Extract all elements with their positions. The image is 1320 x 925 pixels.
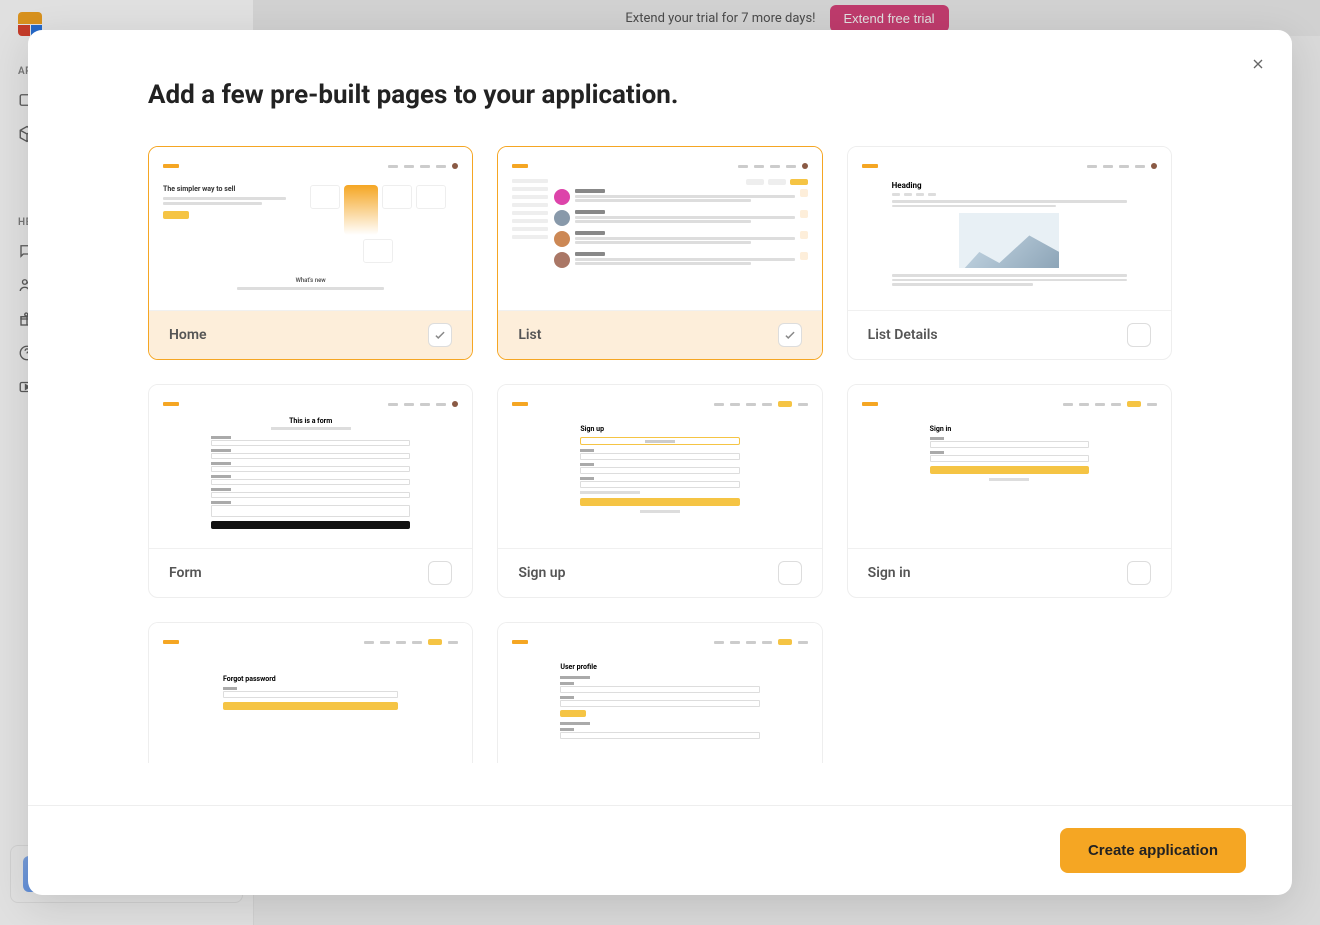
template-preview-form: This is a form	[149, 385, 472, 548]
template-preview-home: The simpler way to sell What's new	[149, 147, 472, 310]
close-button[interactable]	[1242, 48, 1274, 80]
template-card-list[interactable]: List	[497, 146, 822, 360]
modal-footer: Create application	[28, 805, 1292, 895]
template-card-list-details[interactable]: Heading List Details	[847, 146, 1172, 360]
template-preview-signin: Sign in	[848, 385, 1171, 548]
template-card-signup[interactable]: Sign up Sign up	[497, 384, 822, 598]
template-label: Form	[169, 565, 202, 581]
template-card-forgot-password[interactable]: Forgot password	[148, 622, 473, 763]
template-checkbox[interactable]	[1127, 561, 1151, 585]
add-pages-modal: Add a few pre-built pages to your applic…	[28, 30, 1292, 895]
check-icon	[783, 328, 797, 342]
template-card-signin[interactable]: Sign in Sign in	[847, 384, 1172, 598]
template-checkbox[interactable]	[428, 561, 452, 585]
create-application-button[interactable]: Create application	[1060, 828, 1246, 873]
template-card-form[interactable]: This is a form Form	[148, 384, 473, 598]
template-preview-forgot: Forgot password	[149, 623, 472, 763]
template-label: List Details	[868, 327, 938, 343]
modal-title: Add a few pre-built pages to your applic…	[148, 80, 1172, 110]
template-label: Sign in	[868, 565, 911, 581]
template-preview-list-details: Heading	[848, 147, 1171, 310]
template-checkbox[interactable]	[778, 561, 802, 585]
template-preview-list	[498, 147, 821, 310]
template-card-user-profile[interactable]: User profile	[497, 622, 822, 763]
template-grid: The simpler way to sell What's new Home	[148, 146, 1172, 763]
template-checkbox[interactable]	[428, 323, 452, 347]
template-label: Home	[169, 327, 207, 343]
template-preview-signup: Sign up	[498, 385, 821, 548]
template-checkbox[interactable]	[778, 323, 802, 347]
check-icon	[433, 328, 447, 342]
template-label: Sign up	[518, 565, 565, 581]
template-preview-profile: User profile	[498, 623, 821, 763]
template-label: List	[518, 327, 541, 343]
modal-body: Add a few pre-built pages to your applic…	[28, 30, 1292, 805]
template-card-home[interactable]: The simpler way to sell What's new Home	[148, 146, 473, 360]
template-checkbox[interactable]	[1127, 323, 1151, 347]
close-icon	[1250, 56, 1266, 72]
